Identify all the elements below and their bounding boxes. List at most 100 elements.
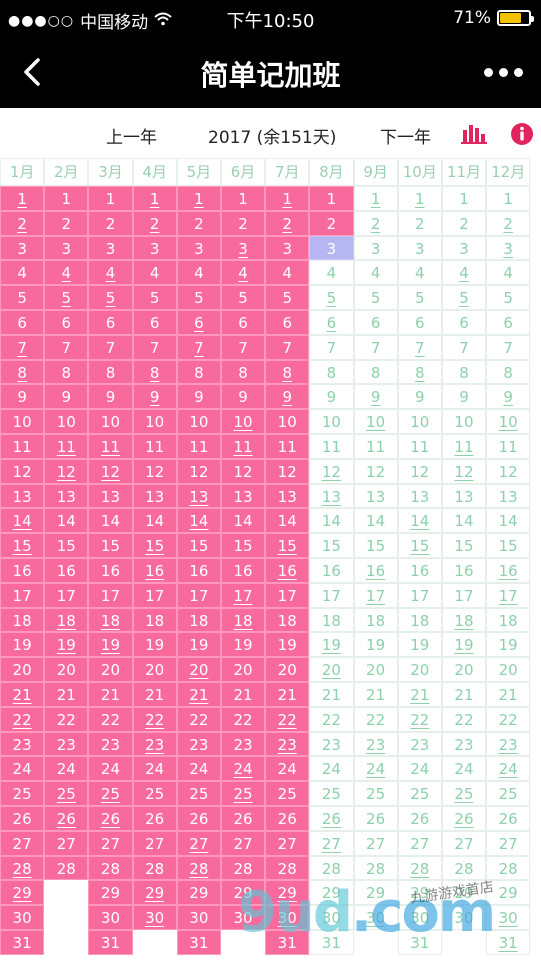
day-cell[interactable]: 14 — [220, 508, 266, 534]
day-cell[interactable]: 22 — [176, 706, 221, 732]
day-cell[interactable]: 11 — [441, 433, 487, 459]
today-cell[interactable]: 3 — [309, 235, 354, 261]
day-cell[interactable]: 9 — [44, 384, 89, 410]
day-cell[interactable]: 24 — [353, 756, 398, 782]
day-cell[interactable]: 4 — [265, 260, 310, 286]
day-cell[interactable]: 10 — [88, 409, 133, 434]
day-cell[interactable]: 28 — [132, 855, 177, 881]
day-cell[interactable]: 5 — [44, 285, 89, 310]
day-cell[interactable]: 7 — [265, 334, 310, 360]
day-cell[interactable]: 17 — [265, 582, 310, 608]
day-cell[interactable]: 21 — [44, 681, 89, 707]
day-cell[interactable]: 27 — [132, 830, 177, 856]
day-cell[interactable]: 11 — [0, 433, 45, 459]
day-cell[interactable]: 15 — [486, 533, 531, 558]
day-cell[interactable]: 24 — [397, 756, 442, 782]
day-cell[interactable]: 2 — [441, 210, 487, 236]
day-cell[interactable]: 16 — [132, 557, 177, 583]
more-button[interactable] — [484, 58, 523, 86]
day-cell[interactable]: 19 — [309, 632, 354, 658]
day-cell[interactable]: 3 — [132, 235, 177, 261]
day-cell[interactable]: 29 — [132, 880, 177, 906]
day-cell[interactable]: 3 — [220, 235, 266, 261]
day-cell[interactable]: 17 — [220, 582, 266, 608]
day-cell[interactable]: 27 — [353, 830, 398, 856]
day-cell[interactable]: 9 — [132, 384, 177, 410]
day-cell[interactable]: 9 — [309, 384, 354, 410]
day-cell[interactable]: 13 — [44, 483, 89, 509]
day-cell[interactable]: 24 — [132, 756, 177, 782]
day-cell[interactable]: 19 — [176, 632, 221, 658]
day-cell[interactable]: 14 — [397, 508, 442, 534]
day-cell[interactable]: 27 — [220, 830, 266, 856]
day-cell[interactable]: 28 — [44, 855, 89, 881]
day-cell[interactable]: 19 — [132, 632, 177, 658]
day-cell[interactable]: 26 — [265, 805, 310, 831]
day-cell[interactable]: 16 — [176, 557, 221, 583]
day-cell[interactable]: 19 — [88, 632, 133, 658]
day-cell[interactable]: 21 — [441, 681, 487, 707]
day-cell[interactable]: 27 — [0, 830, 45, 856]
day-cell[interactable]: 13 — [486, 483, 531, 509]
day-cell[interactable]: 25 — [0, 781, 45, 806]
day-cell[interactable]: 16 — [397, 557, 442, 583]
day-cell[interactable]: 27 — [44, 830, 89, 856]
day-cell[interactable]: 4 — [441, 260, 487, 286]
day-cell[interactable]: 25 — [220, 781, 266, 806]
day-cell[interactable]: 7 — [0, 334, 45, 360]
day-cell[interactable]: 21 — [353, 681, 398, 707]
day-cell[interactable]: 6 — [441, 309, 487, 335]
day-cell[interactable]: 16 — [220, 557, 266, 583]
day-cell[interactable]: 21 — [88, 681, 133, 707]
day-cell[interactable]: 1 — [0, 186, 45, 211]
day-cell[interactable]: 2 — [88, 210, 133, 236]
day-cell[interactable]: 20 — [176, 657, 221, 682]
day-cell[interactable]: 6 — [44, 309, 89, 335]
day-cell[interactable]: 15 — [44, 533, 89, 558]
day-cell[interactable]: 28 — [441, 855, 487, 881]
day-cell[interactable]: 26 — [132, 805, 177, 831]
day-cell[interactable]: 12 — [176, 458, 221, 484]
day-cell[interactable]: 20 — [486, 657, 531, 682]
day-cell[interactable]: 10 — [176, 409, 221, 434]
day-cell[interactable]: 14 — [309, 508, 354, 534]
day-cell[interactable]: 7 — [88, 334, 133, 360]
day-cell[interactable]: 28 — [0, 855, 45, 881]
day-cell[interactable]: 17 — [0, 582, 45, 608]
day-cell[interactable]: 27 — [486, 830, 531, 856]
day-cell[interactable]: 14 — [486, 508, 531, 534]
day-cell[interactable]: 23 — [353, 731, 398, 757]
day-cell[interactable]: 20 — [353, 657, 398, 682]
day-cell[interactable]: 13 — [88, 483, 133, 509]
day-cell[interactable]: 1 — [132, 186, 177, 211]
day-cell[interactable]: 2 — [353, 210, 398, 236]
day-cell[interactable]: 25 — [309, 781, 354, 806]
day-cell[interactable]: 12 — [220, 458, 266, 484]
day-cell[interactable]: 22 — [309, 706, 354, 732]
day-cell[interactable]: 9 — [441, 384, 487, 410]
day-cell[interactable]: 3 — [88, 235, 133, 261]
day-cell[interactable]: 22 — [486, 706, 531, 732]
day-cell[interactable]: 25 — [486, 781, 531, 806]
day-cell[interactable]: 22 — [0, 706, 45, 732]
day-cell[interactable]: 23 — [44, 731, 89, 757]
day-cell[interactable]: 18 — [309, 607, 354, 633]
day-cell[interactable]: 4 — [44, 260, 89, 286]
day-cell[interactable]: 28 — [265, 855, 310, 881]
day-cell[interactable]: 8 — [44, 359, 89, 385]
day-cell[interactable]: 5 — [353, 285, 398, 310]
day-cell[interactable]: 14 — [44, 508, 89, 534]
day-cell[interactable]: 1 — [353, 186, 398, 211]
day-cell[interactable]: 23 — [397, 731, 442, 757]
day-cell[interactable]: 11 — [176, 433, 221, 459]
day-cell[interactable]: 29 — [88, 880, 133, 906]
day-cell[interactable]: 14 — [88, 508, 133, 534]
day-cell[interactable]: 9 — [397, 384, 442, 410]
day-cell[interactable]: 15 — [88, 533, 133, 558]
day-cell[interactable]: 23 — [309, 731, 354, 757]
day-cell[interactable]: 15 — [220, 533, 266, 558]
day-cell[interactable]: 15 — [0, 533, 45, 558]
day-cell[interactable]: 11 — [44, 433, 89, 459]
day-cell[interactable]: 23 — [176, 731, 221, 757]
day-cell[interactable]: 1 — [441, 186, 487, 211]
